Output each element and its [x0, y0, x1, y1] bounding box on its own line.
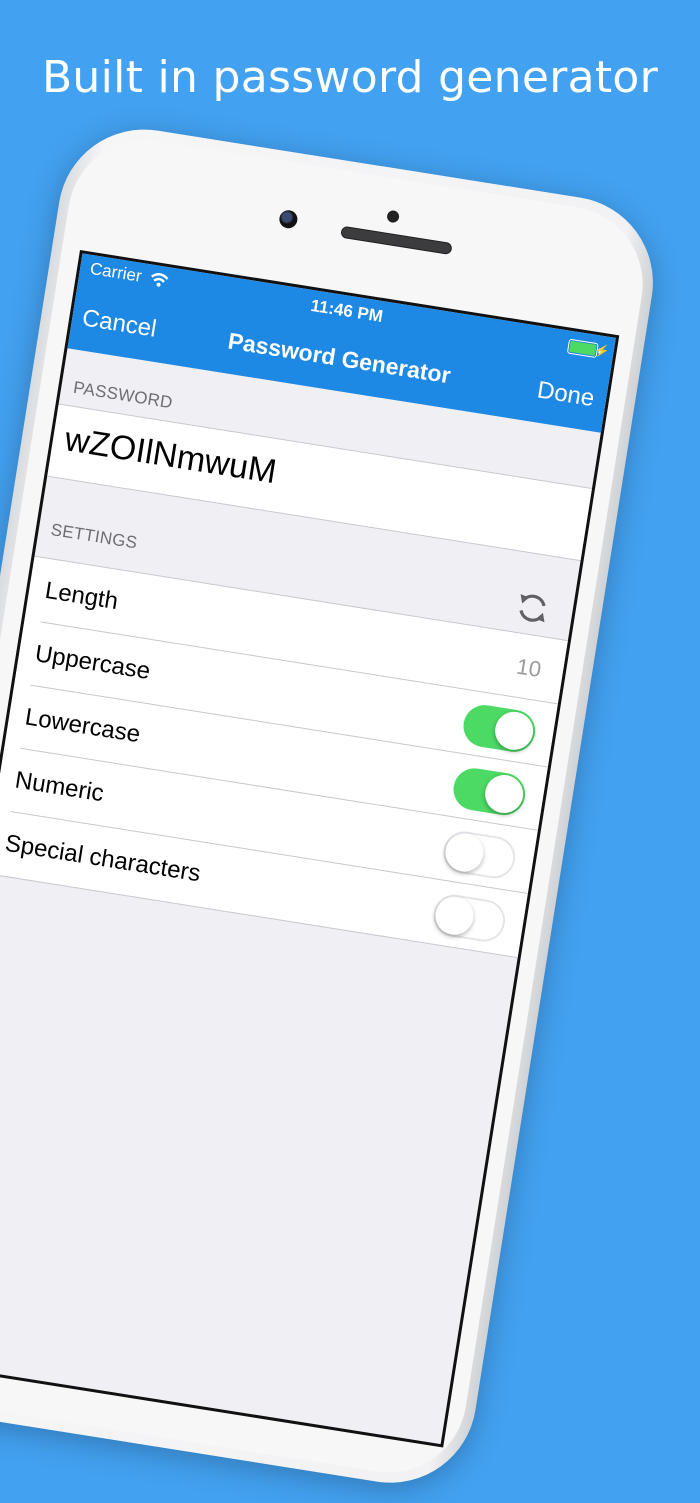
promo-headline: Built in password generator [41, 52, 659, 103]
special-characters-label: Special characters [3, 829, 203, 888]
numeric-label: Numeric [13, 766, 106, 808]
refresh-icon[interactable] [512, 588, 553, 629]
length-value: 10 [514, 653, 543, 683]
lowercase-toggle[interactable] [450, 765, 529, 819]
settings-list: Length 10 Uppercase Lowercase Numeric Sp… [0, 555, 568, 959]
generated-password: wZOIlNmwuM [62, 420, 280, 492]
special-characters-toggle[interactable] [430, 891, 509, 945]
phone-device: Carrier 11:46 PM ⚡ Cancel Password Gener… [0, 117, 692, 1496]
phone-screen: Carrier 11:46 PM ⚡ Cancel Password Gener… [0, 250, 620, 1448]
uppercase-toggle[interactable] [460, 702, 539, 755]
numeric-toggle[interactable] [440, 828, 519, 882]
uppercase-label: Uppercase [33, 640, 153, 685]
charging-bolt-icon: ⚡ [593, 342, 611, 360]
done-button[interactable]: Done [535, 376, 596, 413]
length-label: Length [43, 576, 120, 616]
lowercase-label: Lowercase [23, 703, 143, 749]
